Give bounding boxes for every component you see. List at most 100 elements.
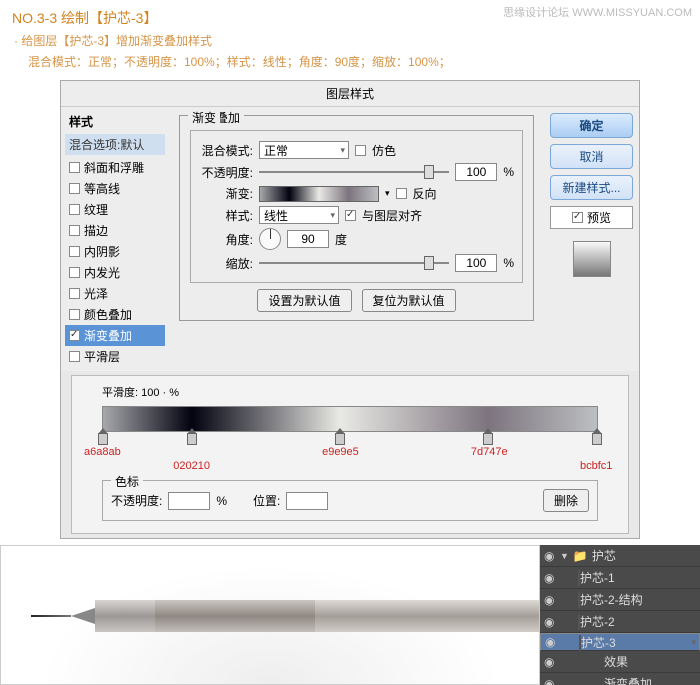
layer-row[interactable]: ◉渐变叠加 bbox=[540, 673, 700, 685]
layer-thumb bbox=[578, 592, 580, 608]
style-label: 内发光 bbox=[84, 264, 120, 281]
style-item[interactable]: 纹理 bbox=[65, 199, 165, 220]
preview-toggle[interactable]: 预览 bbox=[550, 206, 633, 229]
style-checkbox[interactable] bbox=[69, 162, 80, 173]
gradient-stop[interactable] bbox=[98, 433, 108, 445]
visibility-icon[interactable]: ◉ bbox=[545, 635, 557, 649]
layer-row[interactable]: ◉ 护芯-2 bbox=[540, 611, 700, 633]
gradient-stop[interactable] bbox=[592, 433, 602, 445]
instruction: · 给图层【护芯-3】增加渐变叠加样式 bbox=[0, 30, 700, 51]
pencil-tip-cone bbox=[71, 608, 95, 624]
style-item[interactable]: 描边 bbox=[65, 220, 165, 241]
layers-panel: ◉▼📁护芯 ◉ 护芯-1◉ 护芯-2-结构◉ 护芯-2◉ 护芯-3◉效果◉渐变叠… bbox=[540, 545, 700, 685]
opacity-label: 不透明度: bbox=[199, 164, 253, 181]
visibility-icon[interactable]: ◉ bbox=[544, 571, 556, 585]
gradient-bar[interactable] bbox=[102, 406, 598, 432]
visibility-icon[interactable]: ◉ bbox=[544, 593, 556, 607]
cancel-button[interactable]: 取消 bbox=[550, 144, 633, 169]
opacity-input[interactable]: 100 bbox=[455, 163, 497, 181]
style-checkbox[interactable] bbox=[69, 183, 80, 194]
degree-label: 度 bbox=[335, 231, 347, 248]
stop-hex-label: e9e9e5 bbox=[322, 446, 359, 458]
style-label: 平滑层 bbox=[84, 348, 120, 365]
align-checkbox[interactable] bbox=[345, 210, 356, 221]
stop-position-input[interactable] bbox=[286, 492, 328, 510]
style-label: 斜面和浮雕 bbox=[84, 159, 144, 176]
layer-row[interactable]: ◉ 护芯-2-结构 bbox=[540, 589, 700, 611]
style-checkbox[interactable] bbox=[69, 225, 80, 236]
scale-slider[interactable] bbox=[259, 262, 449, 264]
folder-icon: 📁 bbox=[573, 549, 588, 563]
watermark: 思缘设计论坛 WWW.MISSYUAN.COM bbox=[503, 4, 692, 20]
style-item[interactable]: 渐变叠加 bbox=[65, 325, 165, 346]
gradient-picker[interactable] bbox=[259, 186, 379, 202]
smoothness-row: 平滑度: 100 · % bbox=[82, 382, 618, 402]
style-item[interactable]: 颜色叠加 bbox=[65, 304, 165, 325]
dialog-title: 图层样式 bbox=[61, 81, 639, 107]
style-checkbox[interactable] bbox=[69, 351, 80, 362]
delete-stop-button[interactable]: 删除 bbox=[543, 489, 589, 512]
visibility-icon[interactable]: ◉ bbox=[544, 677, 556, 685]
style-item[interactable]: 内发光 bbox=[65, 262, 165, 283]
set-default-button[interactable]: 设置为默认值 bbox=[257, 289, 351, 312]
dither-checkbox[interactable] bbox=[355, 145, 366, 156]
style-checkbox[interactable] bbox=[69, 330, 80, 341]
style-item[interactable]: 光泽 bbox=[65, 283, 165, 304]
style-label: 描边 bbox=[84, 222, 108, 239]
reverse-checkbox[interactable] bbox=[396, 188, 407, 199]
gradient-label: 渐变: bbox=[199, 185, 253, 202]
style-label: 颜色叠加 bbox=[84, 306, 132, 323]
style-checkbox[interactable] bbox=[69, 288, 80, 299]
opacity-slider[interactable] bbox=[259, 171, 449, 173]
layer-thumb bbox=[578, 570, 580, 586]
stop-opacity-label: 不透明度: bbox=[111, 492, 162, 509]
gradient-stop[interactable] bbox=[483, 433, 493, 445]
pencil-grip-1 bbox=[95, 600, 155, 632]
style-checkbox[interactable] bbox=[69, 309, 80, 320]
disclosure-icon[interactable]: ▼ bbox=[560, 551, 569, 561]
gradient-dropdown-icon[interactable]: ▾ bbox=[385, 188, 390, 199]
angle-label: 角度: bbox=[199, 231, 253, 248]
style-label: 等高线 bbox=[84, 180, 120, 197]
visibility-icon[interactable]: ◉ bbox=[544, 655, 556, 669]
style-checkbox[interactable] bbox=[69, 267, 80, 278]
new-style-button[interactable]: 新建样式... bbox=[550, 175, 633, 200]
style-label: 纹理 bbox=[84, 201, 108, 218]
visibility-icon[interactable]: ◉ bbox=[544, 615, 556, 629]
style-item[interactable]: 平滑层 bbox=[65, 346, 165, 367]
scale-input[interactable]: 100 bbox=[455, 254, 497, 272]
preview-swatch bbox=[573, 241, 611, 277]
style-select[interactable]: 线性 bbox=[259, 206, 339, 224]
color-legend: 色标 bbox=[111, 473, 143, 490]
gradient-editor-strip: 平滑度: 100 · % a6a8ab020210e9e9e57d747ebcb… bbox=[71, 375, 629, 534]
angle-dial[interactable] bbox=[259, 228, 281, 250]
preview-checkbox[interactable] bbox=[572, 212, 583, 223]
visibility-icon[interactable]: ◉ bbox=[544, 549, 556, 563]
blend-mode-select[interactable]: 正常 bbox=[259, 141, 349, 159]
reset-default-button[interactable]: 复位为默认值 bbox=[362, 289, 456, 312]
style-label: 渐变叠加 bbox=[84, 327, 132, 344]
scale-label: 缩放: bbox=[199, 255, 253, 272]
layer-row[interactable]: ◉ 护芯-3 bbox=[540, 633, 700, 651]
layer-group[interactable]: ◉▼📁护芯 bbox=[540, 545, 700, 567]
sub-legend: 渐变 bbox=[188, 109, 220, 126]
gradient-stop[interactable] bbox=[187, 433, 197, 445]
style-item[interactable]: 等高线 bbox=[65, 178, 165, 199]
stop-opacity-input[interactable] bbox=[168, 492, 210, 510]
style-label: 样式: bbox=[199, 207, 253, 224]
angle-input[interactable]: 90 bbox=[287, 230, 329, 248]
style-item[interactable]: 斜面和浮雕 bbox=[65, 157, 165, 178]
style-checkbox[interactable] bbox=[69, 204, 80, 215]
pencil-lead bbox=[31, 615, 71, 617]
layer-row[interactable]: ◉ 护芯-1 bbox=[540, 567, 700, 589]
style-label: 光泽 bbox=[84, 285, 108, 302]
blend-default-row[interactable]: 混合选项:默认 bbox=[65, 134, 165, 155]
style-checkbox[interactable] bbox=[69, 246, 80, 257]
reverse-label: 反向 bbox=[413, 185, 437, 202]
layer-style-dialog: 图层样式 样式 混合选项:默认 斜面和浮雕等高线纹理描边内阴影内发光光泽颜色叠加… bbox=[60, 80, 640, 539]
ok-button[interactable]: 确定 bbox=[550, 113, 633, 138]
style-item[interactable]: 内阴影 bbox=[65, 241, 165, 262]
gradient-stop[interactable] bbox=[335, 433, 345, 445]
stop-hex-label: 020210 bbox=[173, 460, 210, 472]
layer-row[interactable]: ◉效果 bbox=[540, 651, 700, 673]
